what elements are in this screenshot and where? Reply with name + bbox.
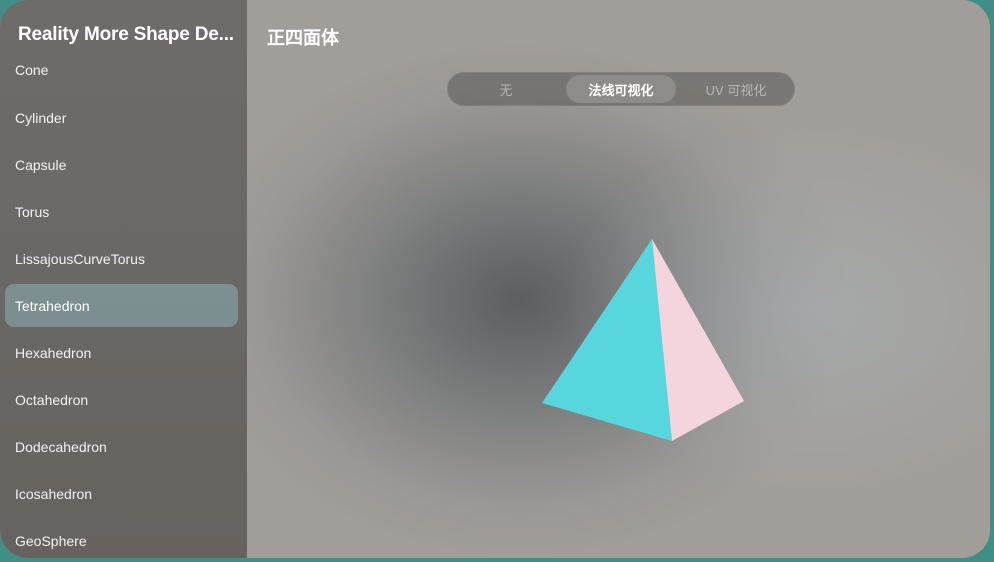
page-title: 正四面体 xyxy=(267,28,339,48)
sidebar-item-label: Icosahedron xyxy=(15,485,93,502)
sidebar-item-label: Capsule xyxy=(15,156,67,173)
sidebar-item-label: LissajousCurveTorus xyxy=(15,250,145,267)
sidebar-item-label: Cone xyxy=(15,61,49,78)
sidebar-item-octahedron[interactable]: Octahedron xyxy=(5,378,238,421)
sidebar-item-label: Cylinder xyxy=(15,109,67,126)
segment-normal-visualization[interactable]: 法线可视化 xyxy=(566,75,676,103)
sidebar-item-label: Octahedron xyxy=(15,391,89,408)
sidebar-item-label: Dodecahedron xyxy=(15,438,107,455)
sidebar-item-torus[interactable]: Torus xyxy=(5,190,238,233)
sidebar-item-cylinder[interactable]: Cylinder xyxy=(5,96,238,139)
sidebar-item-geosphere[interactable]: GeoSphere xyxy=(5,519,238,558)
sidebar-title: Reality More Shape De... xyxy=(18,24,234,45)
sidebar-item-label: Hexahedron xyxy=(15,344,92,361)
sidebar-item-hexahedron[interactable]: Hexahedron xyxy=(5,331,238,374)
visualization-mode-picker: 无 法线可视化 UV 可视化 xyxy=(447,72,795,106)
sidebar-item-icosahedron[interactable]: Icosahedron xyxy=(5,472,238,515)
sidebar-list: Cone Cylinder Capsule Torus LissajousCur… xyxy=(5,47,238,558)
sidebar-item-tetrahedron[interactable]: Tetrahedron xyxy=(5,284,238,327)
sidebar-item-lissajous-curve-torus[interactable]: LissajousCurveTorus xyxy=(5,237,238,280)
sidebar-item-label: GeoSphere xyxy=(15,532,87,549)
sidebar-item-label: Torus xyxy=(15,203,50,220)
sidebar-item-cone[interactable]: Cone xyxy=(5,47,238,92)
segment-uv-visualization[interactable]: UV 可视化 xyxy=(681,75,791,103)
segment-none[interactable]: 无 xyxy=(451,75,561,103)
sidebar-item-capsule[interactable]: Capsule xyxy=(5,143,238,186)
tetrahedron-face-left xyxy=(542,239,672,441)
sidebar: Reality More Shape De... Cone Cylinder C… xyxy=(0,0,247,558)
sidebar-item-label: Tetrahedron xyxy=(15,297,90,314)
app-window: Reality More Shape De... Cone Cylinder C… xyxy=(0,0,990,558)
sidebar-item-dodecahedron[interactable]: Dodecahedron xyxy=(5,425,238,468)
